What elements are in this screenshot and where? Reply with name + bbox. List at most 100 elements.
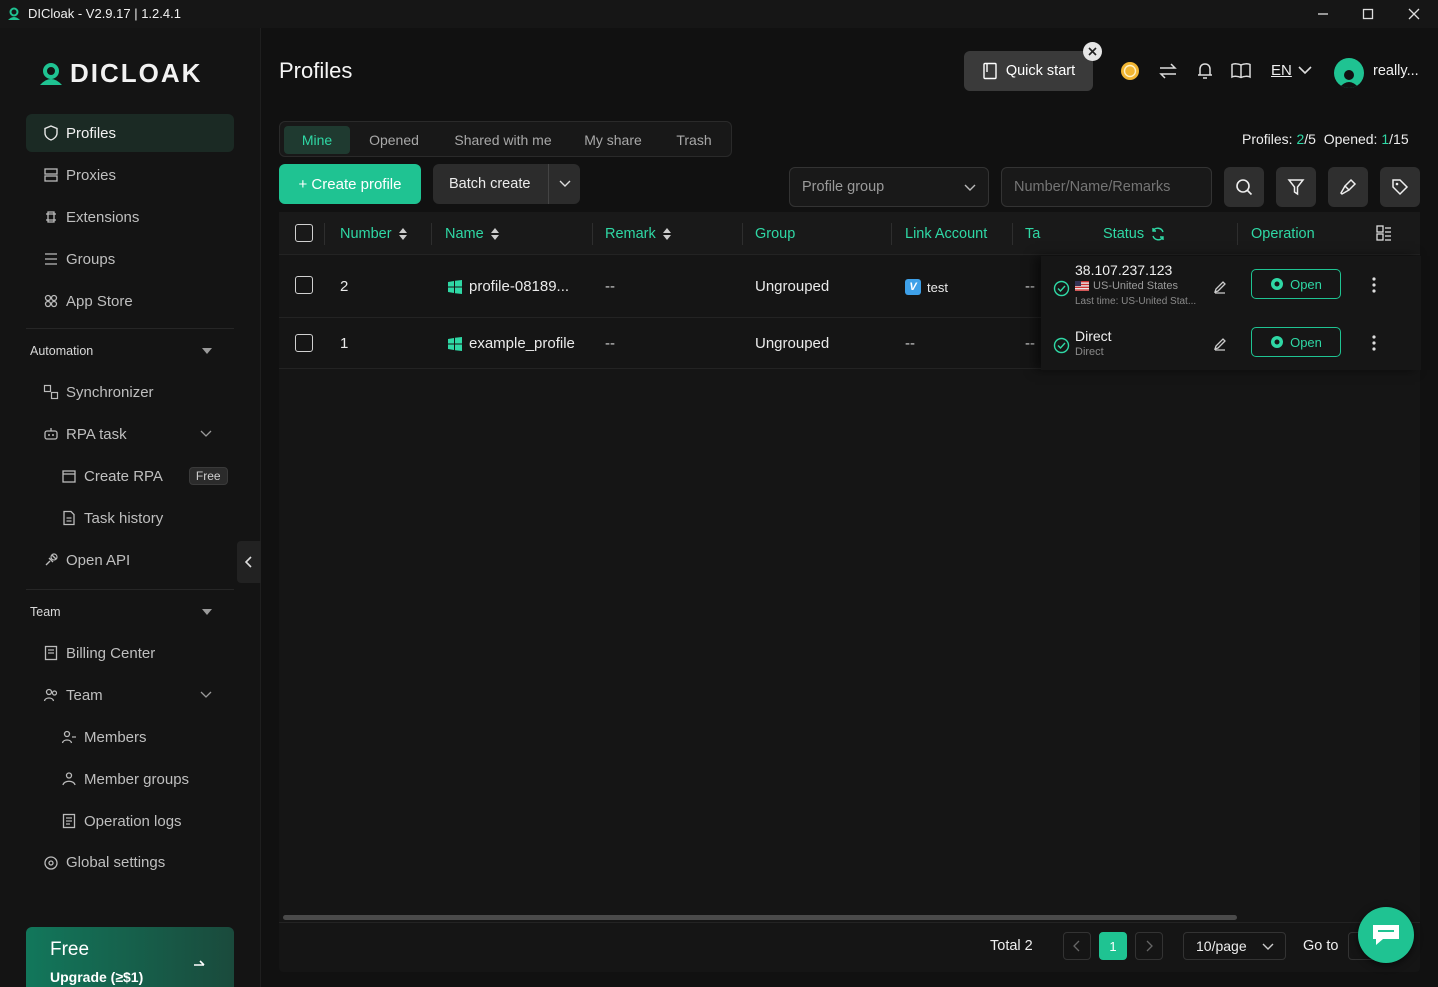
sort-icon [398, 228, 407, 240]
avatar[interactable] [1334, 58, 1364, 88]
column-status[interactable]: Status [1103, 226, 1166, 242]
support-chat-button[interactable] [1358, 907, 1414, 963]
profile-name-cell[interactable]: example_profile [447, 335, 575, 352]
profile-name-cell[interactable]: profile-08189... [447, 278, 569, 295]
search-button[interactable] [1224, 167, 1264, 207]
logs-icon [60, 812, 78, 830]
column-remark[interactable]: Remark [605, 226, 672, 242]
sidebar-item-team[interactable]: Team [26, 676, 234, 714]
column-settings-icon[interactable] [1376, 225, 1392, 241]
settings-icon [42, 854, 60, 872]
sidebar-item-label: Groups [66, 250, 116, 268]
sidebar-item-app-store[interactable]: App Store [26, 282, 234, 320]
proxy-location: US-United States [1075, 280, 1178, 292]
browser-icon [1271, 278, 1284, 290]
bell-icon[interactable] [1192, 58, 1218, 84]
tag-button[interactable] [1380, 167, 1420, 207]
chevron-down-icon [1298, 66, 1312, 75]
profile-tabs: Mine Opened Shared with me My share Tras… [279, 121, 732, 157]
coin-icon[interactable] [1117, 58, 1143, 84]
column-status-label: Status [1103, 226, 1145, 242]
row-checkbox[interactable] [295, 276, 313, 294]
page-1-button[interactable]: 1 [1099, 932, 1127, 960]
upgrade-card[interactable]: Free Upgrade (≥$1) [26, 927, 234, 987]
sidebar-item-synchronizer[interactable]: Synchronizer [26, 373, 234, 411]
sidebar-item-label: Task history [84, 509, 164, 527]
arrow-right-icon [194, 960, 205, 966]
more-options-icon[interactable] [1371, 276, 1377, 294]
sidebar-item-label: Synchronizer [66, 383, 154, 401]
edit-proxy-icon[interactable] [1213, 280, 1227, 294]
docs-book-icon[interactable] [1228, 58, 1254, 84]
batch-create-button[interactable]: Batch create [433, 164, 580, 204]
column-tags: Ta [1025, 226, 1041, 242]
column-name[interactable]: Name [445, 226, 500, 242]
account-platform-badge: V [905, 279, 921, 295]
brand-logo-text: DICLOAK [70, 58, 203, 88]
sidebar-item-task-history[interactable]: Task history [44, 499, 234, 537]
select-all-checkbox[interactable] [295, 224, 313, 242]
next-page-button[interactable] [1135, 932, 1163, 960]
tab-my-share[interactable]: My share [572, 126, 654, 154]
link-account-cell[interactable]: V test [905, 279, 948, 295]
create-profile-button[interactable]: + Create profile [279, 164, 421, 204]
edit-proxy-icon[interactable] [1213, 337, 1227, 351]
switch-icon[interactable] [1155, 58, 1181, 84]
profile-remark: -- [605, 278, 615, 295]
minimize-icon[interactable] [1300, 0, 1346, 28]
sidebar-item-profiles[interactable]: Profiles [26, 114, 234, 152]
profile-tags: -- [1025, 335, 1035, 352]
open-profile-button[interactable]: Open [1251, 327, 1341, 357]
section-team[interactable]: Team [30, 605, 220, 619]
sidebar-item-proxies[interactable]: Proxies [26, 156, 234, 194]
more-options-icon[interactable] [1371, 334, 1377, 352]
sidebar-item-create-rpa[interactable]: Create RPA Free [44, 457, 234, 495]
collapse-sidebar-button[interactable] [237, 541, 261, 583]
billing-icon [42, 644, 60, 662]
quick-start-button[interactable]: Quick start [964, 51, 1093, 91]
sidebar-item-global-settings[interactable]: Global settings [26, 844, 234, 872]
sidebar-item-extensions[interactable]: Extensions [26, 198, 234, 236]
brand-logo: DICLOAK [38, 58, 202, 89]
profile-remark: -- [605, 335, 615, 352]
tab-shared-with-me[interactable]: Shared with me [442, 126, 564, 154]
tab-trash[interactable]: Trash [664, 126, 724, 154]
status-operation-columns: 38.107.237.123 US-United States Last tim… [1041, 256, 1421, 370]
sidebar-item-groups[interactable]: Groups [26, 240, 234, 278]
browser-icon [1271, 336, 1284, 348]
section-automation[interactable]: Automation [30, 344, 220, 358]
open-profile-button[interactable]: Open [1251, 269, 1341, 299]
prev-page-button[interactable] [1063, 932, 1091, 960]
close-window-icon[interactable] [1391, 0, 1437, 28]
us-flag-icon [1075, 281, 1089, 291]
profile-group-select[interactable]: Profile group [789, 167, 989, 207]
sidebar-item-billing-center[interactable]: Billing Center [26, 634, 234, 672]
document-icon [60, 509, 78, 527]
tab-mine[interactable]: Mine [284, 126, 350, 154]
dicloak-logo-icon [40, 62, 62, 85]
profiles-stat-label: Profiles: [1242, 131, 1293, 147]
tab-opened[interactable]: Opened [358, 126, 430, 154]
username[interactable]: really... [1373, 63, 1419, 79]
batch-create-dropdown[interactable] [549, 164, 580, 204]
caret-down-icon [202, 609, 212, 615]
sidebar-item-rpa-task[interactable]: RPA task [26, 415, 234, 453]
profile-group: Ungrouped [755, 278, 830, 295]
close-quick-start-button[interactable] [1083, 42, 1102, 61]
sidebar-item-operation-logs[interactable]: Operation logs [44, 802, 234, 840]
page-size-select[interactable]: 10/page [1183, 932, 1286, 960]
search-input[interactable] [1001, 167, 1212, 207]
filter-button[interactable] [1276, 167, 1316, 207]
clean-button[interactable] [1328, 167, 1368, 207]
maximize-icon[interactable] [1345, 0, 1391, 28]
section-heading: Team [30, 605, 61, 619]
language-selector[interactable]: EN [1271, 62, 1312, 79]
sidebar-item-open-api[interactable]: Open API [26, 541, 234, 579]
row-checkbox[interactable] [295, 334, 313, 352]
column-number[interactable]: Number [340, 226, 408, 242]
sidebar-item-label: Operation logs [84, 812, 182, 830]
sidebar-item-member-groups[interactable]: Member groups [44, 760, 234, 798]
horizontal-scrollbar[interactable] [283, 915, 1237, 920]
language-label: EN [1271, 62, 1292, 79]
sidebar-item-members[interactable]: Members [44, 718, 234, 756]
